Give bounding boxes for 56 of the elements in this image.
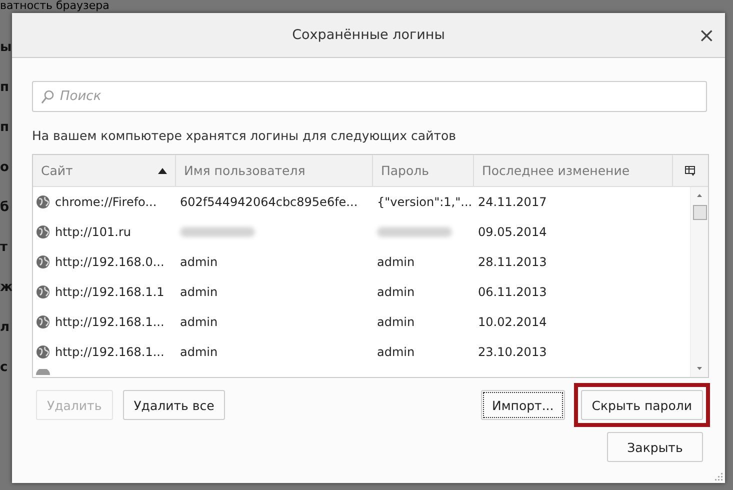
table-cell: http://101.ru [55, 225, 132, 239]
page-text: ж [0, 280, 11, 297]
column-header[interactable]: Сайт [33, 155, 176, 186]
search-icon [41, 90, 54, 104]
table-cell: admin [180, 345, 218, 359]
search-input[interactable]: Поиск [58, 88, 662, 105]
globe-icon [36, 345, 50, 359]
table-cell: 23.10.2013 [478, 345, 547, 359]
search-field[interactable]: Поиск [32, 81, 707, 112]
table-cell: http://192.168.1... [55, 315, 164, 329]
table-cell: chrome://Firefo... [55, 195, 157, 209]
column-header[interactable]: Последнее изменение [474, 155, 673, 186]
table-cell: 602f544942064cbc895e6fe... [180, 195, 358, 209]
column-picker-icon[interactable] [685, 166, 696, 176]
scroll-thumb[interactable] [693, 205, 707, 220]
table-cell: admin [180, 285, 218, 299]
table-cell: 09.05.2014 [478, 225, 547, 239]
close-button[interactable]: Закрыть [607, 432, 703, 462]
table-cell: http://192.168.0... [55, 255, 164, 269]
table-cell: http://192.168.1... [55, 345, 164, 359]
globe-icon [36, 255, 50, 269]
globe-icon [36, 369, 50, 375]
resize-grip-icon [715, 473, 723, 481]
globe-icon [36, 315, 50, 329]
table-cell: http://192.168.1.1 [55, 285, 164, 299]
page-text: о [0, 160, 10, 177]
table-cell: 24.11.2017 [478, 195, 547, 209]
globe-icon [36, 225, 50, 239]
page-text: б [0, 200, 10, 217]
page-text: п [0, 120, 10, 137]
globe-icon [36, 285, 50, 299]
table-cell: admin [377, 285, 415, 299]
import-button[interactable]: Импорт... [481, 390, 565, 420]
page-text: п [0, 80, 10, 97]
scrollbar[interactable] [690, 187, 708, 377]
table-cell: 06.11.2013 [478, 285, 547, 299]
table-cell: admin [377, 255, 415, 269]
table-cell: admin [377, 315, 415, 329]
table-cell: 28.11.2013 [478, 255, 547, 269]
table-cell: admin [377, 345, 415, 359]
column-header[interactable]: Пароль [373, 155, 474, 186]
description-text: На вашем компьютере хранятся логины для следующих сайтов [32, 128, 457, 143]
table-cell: {"version":1,"... [377, 195, 472, 209]
hide-passwords-button[interactable]: Скрыть пароли [580, 390, 703, 420]
page-text: л [0, 320, 11, 337]
column-header[interactable]: Имя пользователя [176, 155, 373, 186]
table-cell: admin [180, 315, 218, 329]
page-heading: ватность браузера [0, 0, 110, 12]
table-cell: admin [180, 255, 218, 269]
page-text: т [0, 240, 9, 257]
dialog-title: Сохранённые логины [292, 27, 445, 43]
globe-icon [36, 195, 50, 209]
table-cell: 10.02.2014 [478, 315, 547, 329]
page-text: с [0, 360, 9, 377]
delete-all-button[interactable]: Удалить все [122, 390, 226, 420]
page-text: ы [0, 40, 11, 57]
